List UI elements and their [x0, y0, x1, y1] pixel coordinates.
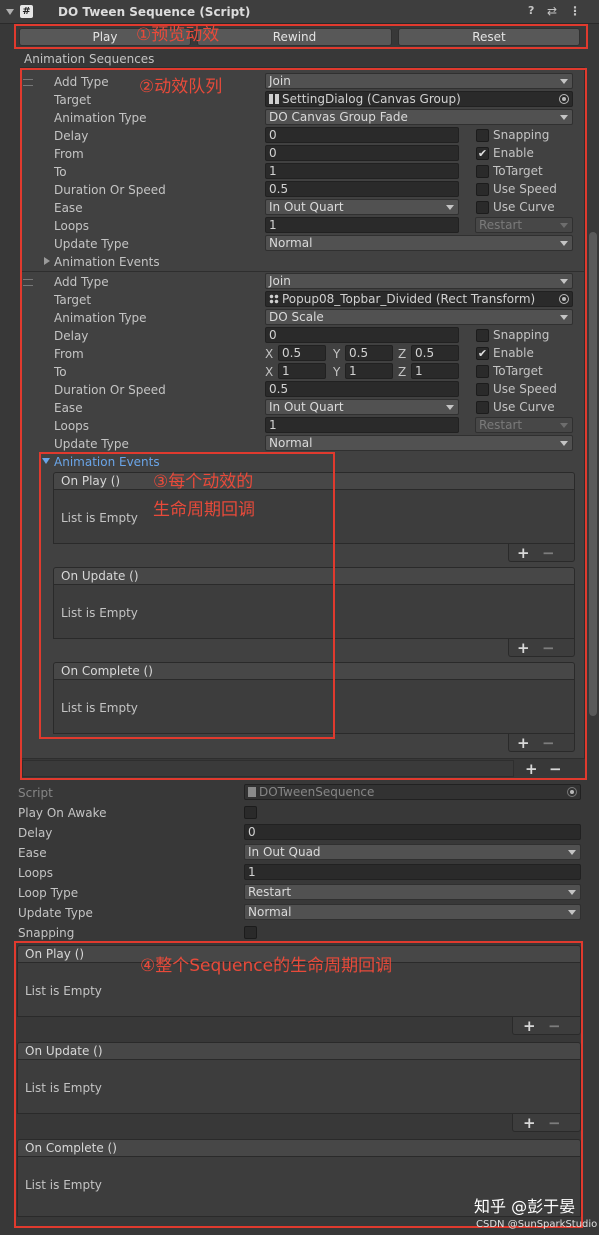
chevron-down-icon — [568, 850, 576, 855]
annotation-box-preview — [14, 24, 588, 49]
settings-icon[interactable]: ⇄ — [547, 3, 557, 19]
component-snapping-label: Snapping — [18, 926, 75, 940]
component-title: DO Tween Sequence (Script) — [58, 5, 251, 19]
csdn-watermark: CSDN @SunSparkStudio — [476, 1219, 598, 1230]
component-delay-field[interactable]: 0 — [244, 824, 581, 840]
component-loop-type-value: Restart — [248, 885, 292, 899]
section-title: Animation Sequences — [24, 52, 155, 66]
script-label: Script — [18, 786, 53, 800]
annotation-box-sequence-events — [14, 941, 583, 1228]
object-picker-icon — [567, 787, 577, 797]
help-icon[interactable]: ? — [528, 3, 534, 19]
annotation-item-events-text-1: ③每个动效的 — [153, 472, 254, 492]
component-loops-label: Loops — [18, 866, 54, 880]
script-icon — [248, 787, 256, 797]
annotation-box-item-events — [39, 452, 335, 739]
play-on-awake-checkbox[interactable] — [244, 806, 257, 819]
enable-component-checkbox[interactable]: # — [20, 5, 33, 18]
annotation-preview-text: ①预览动效 — [136, 25, 220, 45]
component-ease-label: Ease — [18, 846, 47, 860]
chevron-down-icon — [568, 910, 576, 915]
component-delay-label: Delay — [18, 826, 53, 840]
component-loop-type-dropdown[interactable]: Restart — [244, 884, 581, 900]
zhihu-watermark: 知乎 @彭于晏 — [474, 1197, 576, 1216]
annotation-sequence-events-text: ④整个Sequence的生命周期回调 — [140, 956, 393, 976]
component-ease-dropdown[interactable]: In Out Quad — [244, 844, 581, 860]
annotation-item-events-text-2: 生命周期回调 — [153, 500, 255, 520]
component-ease-value: In Out Quad — [248, 845, 321, 859]
component-loop-type-label: Loop Type — [18, 886, 79, 900]
component-update-type-dropdown[interactable]: Normal — [244, 904, 581, 920]
play-on-awake-label: Play On Awake — [18, 806, 107, 820]
script-field: DOTweenSequence — [244, 784, 581, 800]
component-update-type-label: Update Type — [18, 906, 93, 920]
chevron-down-icon — [568, 890, 576, 895]
script-value: DOTweenSequence — [259, 785, 375, 799]
component-header[interactable]: # DO Tween Sequence (Script) ? ⇄ ⋮ — [0, 0, 599, 24]
more-icon[interactable]: ⋮ — [569, 3, 581, 19]
foldout-arrow-icon[interactable] — [6, 9, 14, 15]
component-loops-field[interactable]: 1 — [244, 864, 581, 880]
annotation-sequences-text: ②动效队列 — [139, 77, 223, 97]
component-update-type-value: Normal — [248, 905, 292, 919]
component-snapping-checkbox[interactable] — [244, 926, 257, 939]
scrollbar[interactable] — [589, 232, 597, 716]
